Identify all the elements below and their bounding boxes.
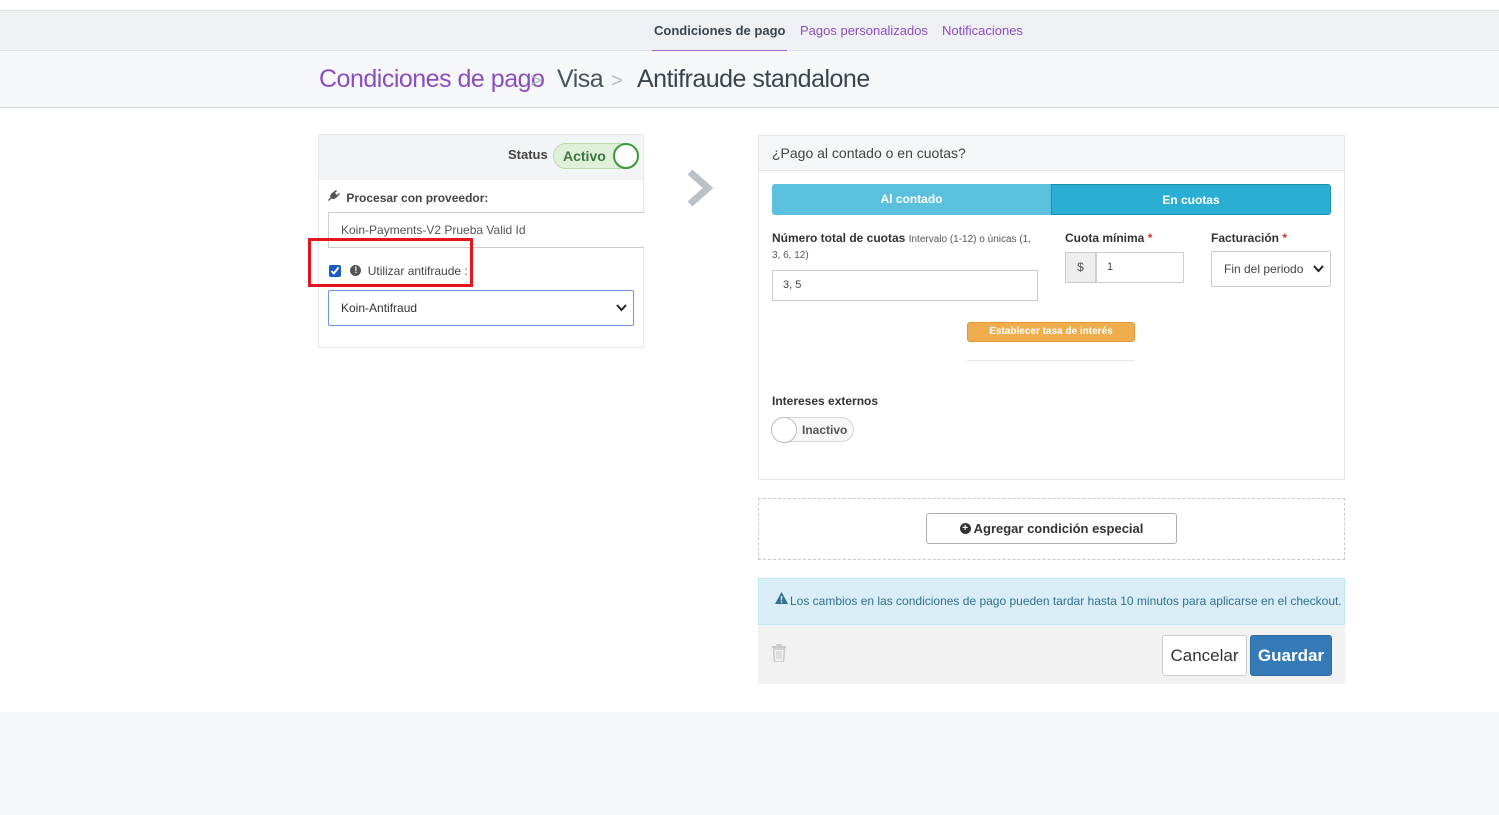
tab-pagos-personalizados[interactable]: Pagos personalizados <box>800 11 928 51</box>
chevron-down-icon <box>1313 252 1324 300</box>
installments-input[interactable]: 3, 5 <box>772 270 1038 301</box>
payment-type-header: ¿Pago al contado o en cuotas? <box>759 136 1344 171</box>
provider-card: Status Activo Procesar con proveedor: Ko… <box>318 134 644 348</box>
special-condition-area: + Agregar condición especial <box>758 498 1345 560</box>
plus-circle-icon: + <box>959 523 971 535</box>
antifraud-label: Utilizar antifraude : <box>367 263 468 278</box>
installments-label-text: Número total de cuotas <box>772 231 906 245</box>
breadcrumb-separator: > <box>530 70 542 92</box>
billing-label-text: Facturación <box>1211 231 1280 245</box>
tab-condiciones-de-pago[interactable]: Condiciones de pago <box>651 11 788 52</box>
top-strip <box>0 0 1499 10</box>
warning-icon <box>775 578 788 622</box>
status-row: Status Activo <box>319 135 643 180</box>
antifraud-select[interactable]: Koin-Antifraud <box>328 290 634 326</box>
antifraud-select-value: Koin-Antifraud <box>341 301 418 315</box>
min-installment-input[interactable]: 1 <box>1096 252 1184 283</box>
required-marker: * <box>1147 231 1153 245</box>
installments-hint: Intervalo (1-12) o únicas (1, <box>908 234 1031 245</box>
toggle-knob <box>613 143 639 169</box>
page-bottom-background <box>0 712 1499 815</box>
installments-hint-continued: 3, 6, 12) <box>772 250 809 261</box>
billing-select[interactable]: Fin del periodo <box>1211 251 1331 287</box>
breadcrumb-middle: Visa <box>557 65 604 93</box>
external-interest-toggle-label: Inactivo <box>802 423 848 437</box>
segment-en-cuotas[interactable]: En cuotas <box>1051 184 1331 215</box>
add-special-condition-label: Agregar condición especial <box>973 521 1144 536</box>
status-toggle[interactable]: Activo <box>553 143 639 169</box>
save-button[interactable]: Guardar <box>1250 635 1332 676</box>
segment-al-contado[interactable]: Al contado <box>772 184 1051 215</box>
required-marker: * <box>1282 231 1288 245</box>
provider-label: Procesar con proveedor: <box>328 190 488 205</box>
trash-icon[interactable] <box>771 644 787 667</box>
breadcrumb-current: Antifraude standalone <box>637 65 870 93</box>
set-interest-rate-button[interactable]: Establecer tasa de interés <box>967 322 1135 342</box>
external-interest-label: Intereses externos <box>772 394 879 408</box>
status-label: Status <box>508 147 548 162</box>
billing-label: Facturación * <box>1211 231 1287 245</box>
form-footer: Cancelar Guardar <box>758 625 1345 684</box>
breadcrumb: Condiciones de pago > Visa > Antifraude … <box>0 51 1499 108</box>
chevron-right-icon <box>684 168 716 208</box>
cancel-button[interactable]: Cancelar <box>1162 635 1247 676</box>
tab-notificaciones[interactable]: Notificaciones <box>942 11 1023 51</box>
min-installment-label: Cuota mínima * <box>1065 231 1152 245</box>
payment-conditions-card: ¿Pago al contado o en cuotas? Al contado… <box>758 135 1345 480</box>
info-alert: Los cambios en las condiciones de pago p… <box>758 578 1345 625</box>
provider-label-text: Procesar con proveedor: <box>346 191 489 205</box>
min-installment-label-text: Cuota mínima <box>1065 231 1145 245</box>
breadcrumb-root-link[interactable]: Condiciones de pago <box>319 65 545 94</box>
add-special-condition-button[interactable]: + Agregar condición especial <box>926 513 1177 544</box>
installments-label: Número total de cuotas Intervalo (1-12) … <box>772 231 1031 245</box>
antifraud-row: ! Utilizar antifraude : <box>328 263 468 281</box>
alert-text: Los cambios en las condiciones de pago p… <box>790 594 1342 608</box>
antifraud-checkbox[interactable] <box>329 264 341 277</box>
currency-addon: $ <box>1065 252 1096 283</box>
billing-select-value: Fin del periodo <box>1224 262 1304 276</box>
top-tab-bar: Condiciones de pago Pagos personalizados… <box>0 10 1499 52</box>
divider <box>967 360 1135 361</box>
external-interest-toggle[interactable]: Inactivo <box>771 417 854 443</box>
provider-input[interactable]: Koin-Payments-V2 Prueba Valid Id <box>328 212 644 248</box>
plug-icon <box>328 190 343 205</box>
toggle-knob <box>771 417 797 443</box>
status-toggle-label: Activo <box>563 148 606 164</box>
breadcrumb-separator: > <box>611 70 623 92</box>
info-circle-icon: ! <box>350 265 362 277</box>
chevron-down-icon <box>616 291 627 339</box>
